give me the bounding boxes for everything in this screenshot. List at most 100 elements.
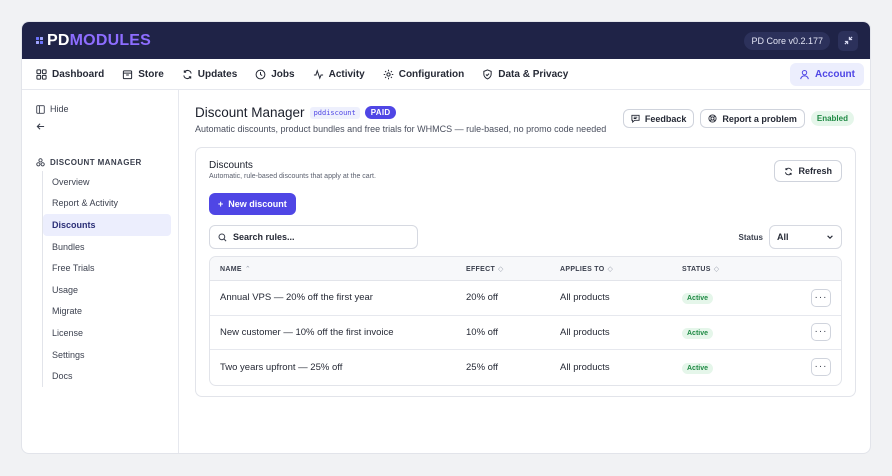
status-filter-select[interactable]: All [769,225,842,249]
main-nav: Dashboard Store Updates Jobs Activity Co… [22,59,870,90]
grid-icon [36,68,47,80]
hide-label: Hide [50,104,69,114]
sidebar-item-docs[interactable]: Docs [43,365,171,387]
new-discount-label: New discount [228,199,287,209]
rule-status-badge: Active [682,293,714,305]
nav-configuration[interactable]: Configuration [383,68,465,80]
sidebar-item-usage[interactable]: Usage [43,279,171,301]
header-label: STATUS [682,265,711,273]
nav-label: Activity [328,68,365,80]
new-discount-button[interactable]: + New discount [209,193,296,215]
refresh-button[interactable]: Refresh [774,160,842,182]
lifebuoy-icon [708,114,717,123]
nav-account[interactable]: Account [790,62,864,86]
app-window: PD MODULES PD Core v0.2.177 Dashboard Sto… [21,21,871,454]
header-label: APPLIES TO [560,265,605,273]
rule-applies-to: All products [560,361,610,373]
main-content: Discount Manager pddiscount PAID Automat… [179,90,870,453]
card-subtitle: Automatic, rule-based discounts that app… [209,173,376,180]
search-box [209,225,418,249]
nav-label: Account [815,68,855,80]
table-row[interactable]: Two years upfront — 25% off 25% off All … [210,350,841,385]
plus-icon: + [218,199,224,209]
status-badge: Enabled [810,111,854,126]
sidebar-item-license[interactable]: License [43,322,171,344]
table-row[interactable]: Annual VPS — 20% off the first year 20% … [210,281,841,316]
logo-text-pd: PD [47,31,70,49]
report-label: Report a problem [722,113,797,124]
row-actions-button[interactable]: ··· [811,358,831,377]
nav-label: Store [138,68,164,80]
hide-sidebar-button[interactable]: Hide [22,102,178,116]
rule-name: Annual VPS — 20% off the first year [220,292,373,304]
header-label: EFFECT [466,265,496,273]
gear-icon [383,69,393,79]
rule-effect: 25% off [466,361,499,373]
sidebar-section-title: DISCOUNT MANAGER [22,158,178,167]
nav-data-privacy[interactable]: Data & Privacy [482,69,568,80]
report-problem-button[interactable]: Report a problem [700,109,805,128]
column-header-applies-to[interactable]: APPLIES TO ◇ [560,265,682,273]
sidebar-item-free-trials[interactable]: Free Trials [43,257,171,279]
logo[interactable]: PD MODULES [36,32,151,50]
sidebar-item-bundles[interactable]: Bundles [43,236,171,258]
sidebar-item-settings[interactable]: Settings [43,344,171,366]
sidebar-item-discounts[interactable]: Discounts [43,214,171,236]
column-header-status[interactable]: STATUS ◇ [682,265,801,273]
logo-mark-icon [36,37,43,44]
back-button[interactable] [22,122,178,136]
rule-applies-to: All products [560,292,610,304]
sidebar-item-report-activity[interactable]: Report & Activity [43,193,171,215]
refresh-label: Refresh [798,166,832,176]
nav-label: Dashboard [52,68,105,80]
sidebar-list: Overview Report & Activity Discounts Bun… [42,171,178,387]
top-bar: PD MODULES PD Core v0.2.177 [22,22,870,59]
discount-manager-icon [36,158,45,167]
table-header: NAME ⌃ EFFECT ◇ APPLIES TO ◇ STATUS ◇ [210,257,841,281]
message-icon [631,114,640,123]
shield-icon [483,68,492,79]
discounts-card: Discounts Automatic, rule-based discount… [195,147,856,397]
feedback-button[interactable]: Feedback [622,109,695,128]
store-icon [123,69,133,79]
row-actions-button[interactable]: ··· [811,288,831,307]
arrow-left-icon [36,123,45,130]
version-badge: PD Core v0.2.177 [744,31,830,50]
header-label: NAME [220,265,242,273]
table-row[interactable]: New customer — 10% off the first invoice… [210,316,841,350]
collapse-button[interactable] [838,30,858,51]
discounts-table: NAME ⌃ EFFECT ◇ APPLIES TO ◇ STATUS ◇ Annual… [209,256,842,386]
nav-label: Configuration [398,68,465,80]
more-dots-icon: ··· [814,326,828,338]
more-dots-icon: ··· [814,291,828,303]
rule-effect: 10% off [466,326,499,338]
search-input[interactable] [233,232,403,242]
sidebar-item-overview[interactable]: Overview [43,171,171,193]
nav-updates[interactable]: Updates [182,69,237,80]
activity-icon [313,68,323,80]
page-header: Discount Manager pddiscount PAID Automat… [195,105,854,134]
nav-dashboard[interactable]: Dashboard [36,69,104,80]
clock-icon [255,69,266,79]
nav-label: Data & Privacy [498,68,569,80]
column-header-name[interactable]: NAME ⌃ [210,265,466,273]
sidebar-item-migrate[interactable]: Migrate [43,301,171,323]
rule-name: Two years upfront — 25% off [220,361,343,373]
feedback-label: Feedback [644,113,687,124]
page-subtitle: Automatic discounts, product bundles and… [195,124,607,134]
rule-status-badge: Active [682,327,714,339]
nav-activity[interactable]: Activity [313,69,365,80]
logo-text-modules: MODULES [69,31,152,49]
row-actions-button[interactable]: ··· [811,323,831,342]
section-label: DISCOUNT MANAGER [50,158,142,167]
page-title: Discount Manager [195,105,305,120]
sort-icon: ◇ [713,265,720,273]
nav-label: Updates [197,68,238,80]
sort-asc-icon: ⌃ [244,265,251,273]
column-header-effect[interactable]: EFFECT ◇ [466,265,560,273]
nav-jobs[interactable]: Jobs [255,69,295,80]
panel-icon [36,104,45,114]
nav-store[interactable]: Store [122,69,164,80]
refresh-icon [785,167,793,175]
rule-applies-to: All products [560,326,610,338]
